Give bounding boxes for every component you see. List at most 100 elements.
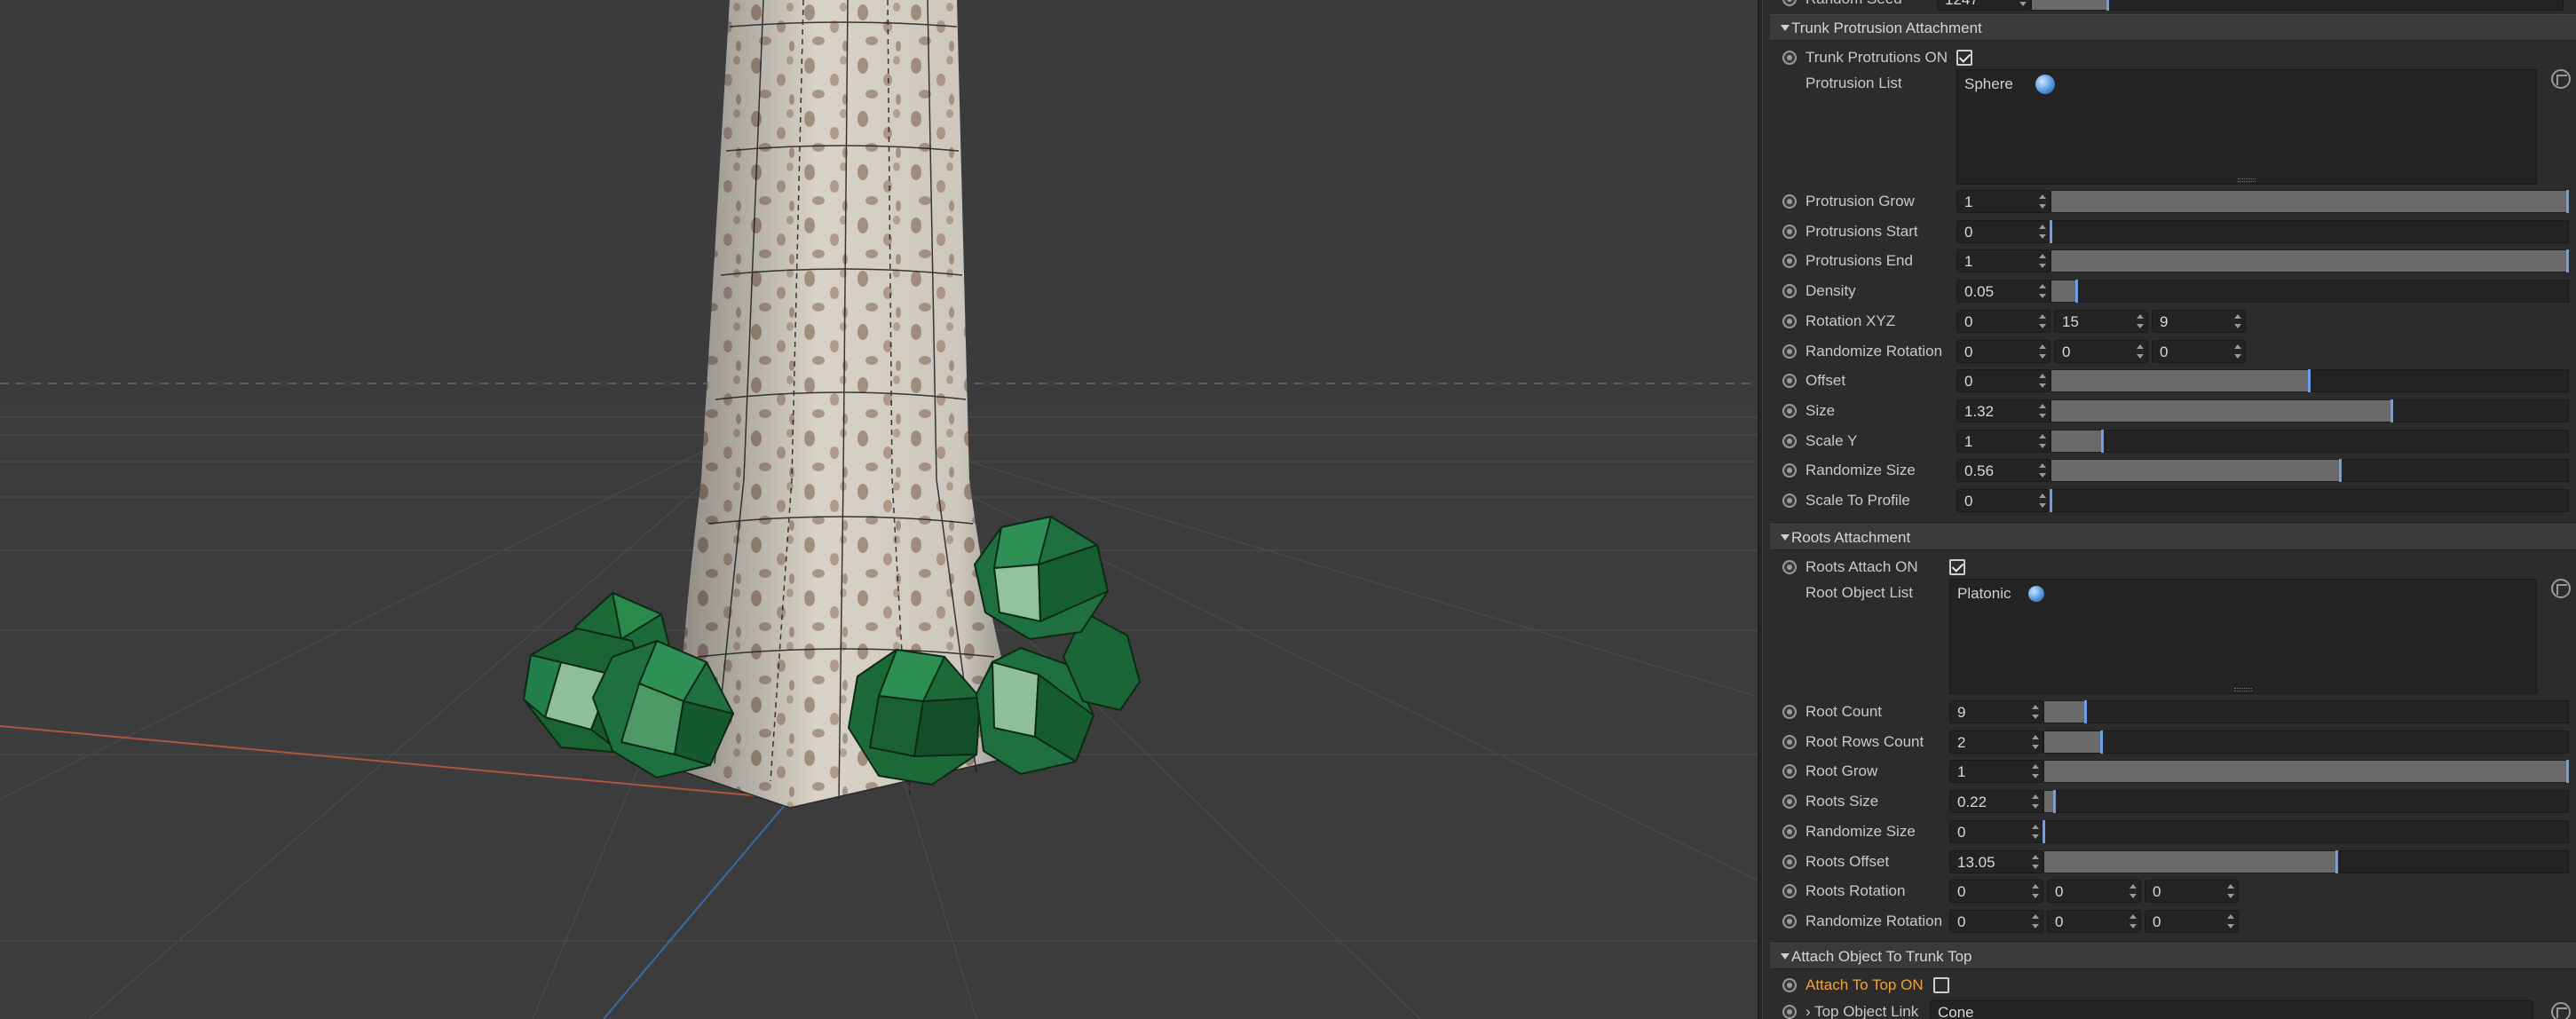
- vector-component-field[interactable]: 0: [2152, 340, 2246, 363]
- vector-component-field[interactable]: 0: [2047, 910, 2141, 933]
- value-slider[interactable]: [2043, 731, 2569, 754]
- spinner-arrows-icon[interactable]: [2038, 492, 2047, 510]
- value-slider[interactable]: [2050, 489, 2569, 512]
- spinner-arrows-icon[interactable]: [2031, 762, 2040, 780]
- animate-radio[interactable]: [1782, 314, 1797, 328]
- value-field[interactable]: 1: [1956, 190, 2051, 213]
- random-seed-field[interactable]: 1247: [1937, 0, 2031, 11]
- value-field[interactable]: 0.05: [1956, 280, 2051, 303]
- value-slider[interactable]: [2051, 249, 2569, 273]
- value-slider[interactable]: [2051, 399, 2569, 423]
- vector-component-field[interactable]: 0: [2054, 340, 2148, 363]
- spinner-arrows-icon[interactable]: [2038, 193, 2047, 210]
- value-slider[interactable]: [2043, 700, 2569, 723]
- spinner-arrows-icon[interactable]: [2031, 823, 2040, 841]
- protrusion-list[interactable]: Sphere: [1956, 69, 2537, 185]
- vector-component-field[interactable]: 0: [2047, 880, 2141, 903]
- spinner-arrows-icon[interactable]: [2038, 282, 2047, 300]
- spinner-arrows-icon[interactable]: [2031, 703, 2040, 721]
- slider-knob[interactable]: [2566, 249, 2569, 273]
- vector-component-field[interactable]: 9: [2152, 310, 2246, 333]
- value-field[interactable]: 0: [1956, 220, 2051, 243]
- animate-radio[interactable]: [1782, 225, 1797, 239]
- spinner-arrows-icon[interactable]: [2226, 912, 2235, 930]
- spinner-arrows-icon[interactable]: [2038, 462, 2047, 479]
- animate-radio[interactable]: [1782, 914, 1797, 928]
- value-field[interactable]: 13.05: [1949, 850, 2043, 873]
- slider-knob[interactable]: [2050, 220, 2052, 243]
- value-field[interactable]: 2: [1949, 731, 2043, 754]
- spinner-arrows-icon[interactable]: [2136, 343, 2145, 360]
- vector-component-field[interactable]: 0: [1956, 310, 2051, 333]
- roots-attach-checkbox[interactable]: [1949, 559, 1965, 575]
- resize-grip-icon[interactable]: [2234, 688, 2252, 691]
- slider-knob[interactable]: [2566, 760, 2569, 783]
- value-slider[interactable]: [2051, 459, 2569, 482]
- value-field[interactable]: 0.22: [1949, 790, 2043, 813]
- animate-radio[interactable]: [1782, 794, 1797, 809]
- spinner-arrows-icon[interactable]: [2031, 853, 2040, 871]
- value-field[interactable]: 0.56: [1956, 459, 2051, 482]
- value-field[interactable]: 1: [1956, 249, 2051, 273]
- spinner-arrows-icon[interactable]: [2129, 882, 2137, 900]
- animate-radio[interactable]: [1782, 434, 1797, 448]
- value-slider[interactable]: [2050, 220, 2569, 243]
- spinner-arrows-icon[interactable]: [2038, 372, 2047, 390]
- random-seed-slider[interactable]: [2031, 0, 2564, 11]
- value-field[interactable]: 1: [1949, 760, 2043, 783]
- animate-radio[interactable]: [1782, 0, 1797, 6]
- resize-grip-icon[interactable]: [2238, 178, 2256, 182]
- spinner-arrows-icon[interactable]: [2038, 402, 2047, 420]
- spinner-arrows-icon[interactable]: [2226, 882, 2235, 900]
- vector-component-field[interactable]: 0: [1949, 880, 2043, 903]
- spinner-arrows-icon[interactable]: [2038, 312, 2047, 330]
- value-slider[interactable]: [2051, 369, 2569, 392]
- animate-radio[interactable]: [1782, 463, 1797, 478]
- animate-radio[interactable]: [1782, 374, 1797, 388]
- value-slider[interactable]: [2051, 190, 2569, 213]
- pick-object-icon[interactable]: [2551, 579, 2571, 598]
- section-header-attach-top[interactable]: Attach Object To Trunk Top: [1770, 943, 2576, 969]
- slider-knob[interactable]: [2099, 731, 2103, 754]
- slider-knob[interactable]: [2084, 700, 2088, 723]
- pick-object-icon[interactable]: [2551, 69, 2571, 89]
- slider-knob[interactable]: [2335, 850, 2339, 873]
- spinner-arrows-icon[interactable]: [2031, 882, 2040, 900]
- spinner-arrows-icon[interactable]: [2129, 912, 2137, 930]
- spinner-arrows-icon[interactable]: [2031, 733, 2040, 751]
- animate-radio[interactable]: [1782, 825, 1797, 839]
- slider-knob[interactable]: [2075, 280, 2079, 303]
- vector-component-field[interactable]: 0: [1949, 910, 2043, 933]
- animate-radio[interactable]: [1782, 764, 1797, 778]
- spinner-arrows-icon[interactable]: [2038, 432, 2047, 450]
- top-object-link-field[interactable]: Cone: [1930, 1000, 2533, 1019]
- value-slider[interactable]: [2043, 760, 2569, 783]
- value-field[interactable]: 1: [1956, 430, 2051, 453]
- animate-radio[interactable]: [1782, 194, 1797, 209]
- animate-radio[interactable]: [1782, 51, 1797, 65]
- animate-radio[interactable]: [1782, 284, 1797, 298]
- animate-radio[interactable]: [1782, 1005, 1797, 1019]
- animate-radio[interactable]: [1782, 404, 1797, 418]
- value-slider[interactable]: [2043, 820, 2569, 843]
- spinner-arrows-icon[interactable]: [2038, 252, 2047, 270]
- animate-radio[interactable]: [1782, 855, 1797, 869]
- slider-knob[interactable]: [2390, 399, 2394, 423]
- spinner-arrows-icon[interactable]: [2031, 793, 2040, 810]
- vector-component-field[interactable]: 0: [2145, 880, 2239, 903]
- slider-knob[interactable]: [2338, 459, 2342, 482]
- section-header-roots-attachment[interactable]: Roots Attachment: [1770, 524, 2576, 550]
- spinner-arrows-icon[interactable]: [2038, 343, 2047, 360]
- value-field[interactable]: 0: [1949, 820, 2043, 843]
- animate-radio[interactable]: [1782, 735, 1797, 749]
- value-slider[interactable]: [2051, 280, 2569, 303]
- animate-radio[interactable]: [1782, 560, 1797, 574]
- pick-object-icon[interactable]: [2551, 1002, 2571, 1019]
- animate-radio[interactable]: [1782, 705, 1797, 719]
- 3d-viewport[interactable]: [0, 0, 1758, 1019]
- list-item[interactable]: Platonic: [1957, 585, 2011, 603]
- slider-knob[interactable]: [2566, 190, 2569, 213]
- value-field[interactable]: 0: [1956, 369, 2051, 392]
- value-slider[interactable]: [2043, 850, 2569, 873]
- spinner-arrows-icon[interactable]: [2136, 312, 2145, 330]
